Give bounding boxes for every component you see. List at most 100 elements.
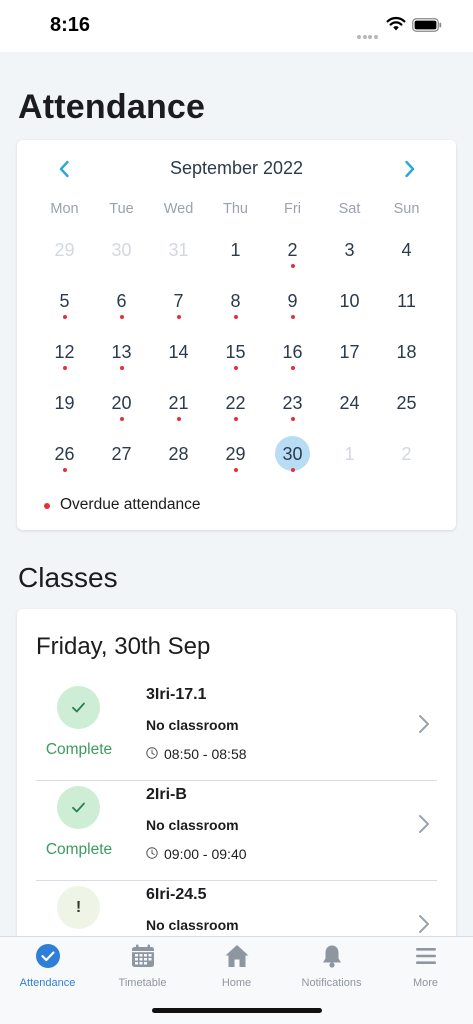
- overdue-dot-icon: [290, 468, 295, 472]
- day-number: 18: [396, 342, 417, 362]
- calendar-day[interactable]: 2: [264, 230, 321, 270]
- clock-icon: [146, 847, 158, 859]
- calendar-day[interactable]: 20: [93, 383, 150, 423]
- page-title: Attendance: [18, 88, 206, 126]
- status-complete-badge: [57, 786, 100, 829]
- classes-date-heading: Friday, 30th Sep: [36, 633, 211, 660]
- class-time-text: 08:50 - 08:58: [164, 746, 247, 762]
- calendar-day[interactable]: 31: [150, 230, 207, 270]
- overdue-dot-icon: [176, 417, 181, 421]
- calendar-day[interactable]: 22: [207, 383, 264, 423]
- tab-label: More: [412, 977, 439, 989]
- calendar-day[interactable]: 5: [36, 281, 93, 321]
- overdue-dot-icon: [233, 417, 238, 421]
- overdue-dot-icon: [62, 366, 67, 370]
- battery-icon: [412, 18, 442, 32]
- home-indicator: [152, 1008, 322, 1013]
- calendar-day-grid: 29 30 31 1 2 3 4 5 6 7 8 9 10 11 12 13 14 15 16 17 18 19 20 21 2…: [17, 230, 456, 480]
- class-row[interactable]: Complete 3Iri-17.1 No classroom 08:50 - …: [36, 681, 437, 781]
- menu-icon: [416, 948, 436, 964]
- day-number: 1: [344, 444, 355, 464]
- overdue-dot-icon: [44, 503, 50, 509]
- class-room: No classroom: [146, 817, 239, 833]
- cellular-signal-icon: [357, 26, 379, 39]
- tab-home[interactable]: Home: [189, 937, 284, 997]
- calendar-day[interactable]: 12: [36, 332, 93, 372]
- calendar-day[interactable]: 1: [321, 434, 378, 474]
- tab-label: Attendance: [19, 977, 76, 989]
- classes-card: Friday, 30th Sep Complete 3Iri-17.1 No c…: [17, 609, 456, 949]
- tab-more[interactable]: More: [378, 937, 473, 997]
- status-pending-badge: !: [57, 886, 100, 929]
- day-number: 24: [339, 393, 360, 413]
- calendar-day[interactable]: 28: [150, 434, 207, 474]
- calendar-day-selected[interactable]: 30: [264, 434, 321, 474]
- overdue-dot-icon: [233, 315, 238, 319]
- day-number: 27: [111, 444, 132, 464]
- calendar-day[interactable]: 10: [321, 281, 378, 321]
- calendar-day[interactable]: 11: [378, 281, 435, 321]
- weekday-label: Sat: [338, 201, 361, 217]
- tab-timetable[interactable]: Timetable: [95, 937, 190, 997]
- overdue-dot-icon: [119, 417, 124, 421]
- chevron-right-icon: [419, 815, 429, 833]
- calendar-header: September 2022: [17, 140, 456, 196]
- overdue-dot-icon: [290, 315, 295, 319]
- class-room: No classroom: [146, 917, 239, 933]
- tab-attendance[interactable]: Attendance: [0, 937, 95, 997]
- calendar-day[interactable]: 27: [93, 434, 150, 474]
- calendar-day[interactable]: 19: [36, 383, 93, 423]
- calendar-day[interactable]: 23: [264, 383, 321, 423]
- check-icon: [72, 802, 85, 813]
- overdue-dot-icon: [119, 315, 124, 319]
- day-number: 2: [401, 444, 412, 464]
- legend-label: Overdue attendance: [60, 496, 201, 513]
- overdue-dot-icon: [290, 417, 295, 421]
- class-row[interactable]: Complete 2Iri-B No classroom 09:00 - 09:…: [36, 781, 437, 881]
- calendar-day[interactable]: 17: [321, 332, 378, 372]
- calendar-day[interactable]: 8: [207, 281, 264, 321]
- overdue-dot-icon: [62, 315, 67, 319]
- next-month-button[interactable]: [398, 158, 420, 180]
- calendar-day[interactable]: 24: [321, 383, 378, 423]
- classes-section-title: Classes: [18, 562, 118, 593]
- calendar-day[interactable]: 6: [93, 281, 150, 321]
- chevron-right-icon: [419, 915, 429, 933]
- calendar-day[interactable]: 15: [207, 332, 264, 372]
- calendar-day[interactable]: 4: [378, 230, 435, 270]
- status-label: Complete: [45, 741, 113, 758]
- calendar-day[interactable]: 16: [264, 332, 321, 372]
- calendar-day[interactable]: 21: [150, 383, 207, 423]
- tab-label: Notifications: [301, 977, 362, 989]
- day-number: 11: [397, 291, 416, 311]
- calendar-day[interactable]: 3: [321, 230, 378, 270]
- day-number: 17: [339, 342, 360, 362]
- calendar-day[interactable]: 1: [207, 230, 264, 270]
- calendar-day[interactable]: 29: [207, 434, 264, 474]
- overdue-dot-icon: [233, 468, 238, 472]
- overdue-dot-icon: [290, 264, 295, 268]
- wifi-icon: [386, 16, 406, 31]
- calendar-day[interactable]: 2: [378, 434, 435, 474]
- calendar-day[interactable]: 25: [378, 383, 435, 423]
- weekday-label: Fri: [284, 201, 301, 217]
- day-number: 28: [168, 444, 189, 464]
- check-icon: [72, 702, 85, 713]
- calendar-day[interactable]: 30: [93, 230, 150, 270]
- calendar-day[interactable]: 13: [93, 332, 150, 372]
- status-time: 8:16: [50, 14, 91, 36]
- calendar-day[interactable]: 18: [378, 332, 435, 372]
- chevron-right-icon: [419, 715, 429, 733]
- class-time-text: 09:00 - 09:40: [164, 846, 247, 862]
- overdue-dot-icon: [62, 468, 67, 472]
- calendar-day[interactable]: 7: [150, 281, 207, 321]
- calendar-day[interactable]: 29: [36, 230, 93, 270]
- calendar-day[interactable]: 26: [36, 434, 93, 474]
- calendar-day[interactable]: 14: [150, 332, 207, 372]
- day-number: 1: [230, 240, 241, 260]
- day-number: 3: [344, 240, 355, 260]
- tab-notifications[interactable]: Notifications: [284, 937, 379, 997]
- calendar-month-label: September 2022: [169, 158, 304, 178]
- overdue-dot-icon: [290, 366, 295, 370]
- calendar-day[interactable]: 9: [264, 281, 321, 321]
